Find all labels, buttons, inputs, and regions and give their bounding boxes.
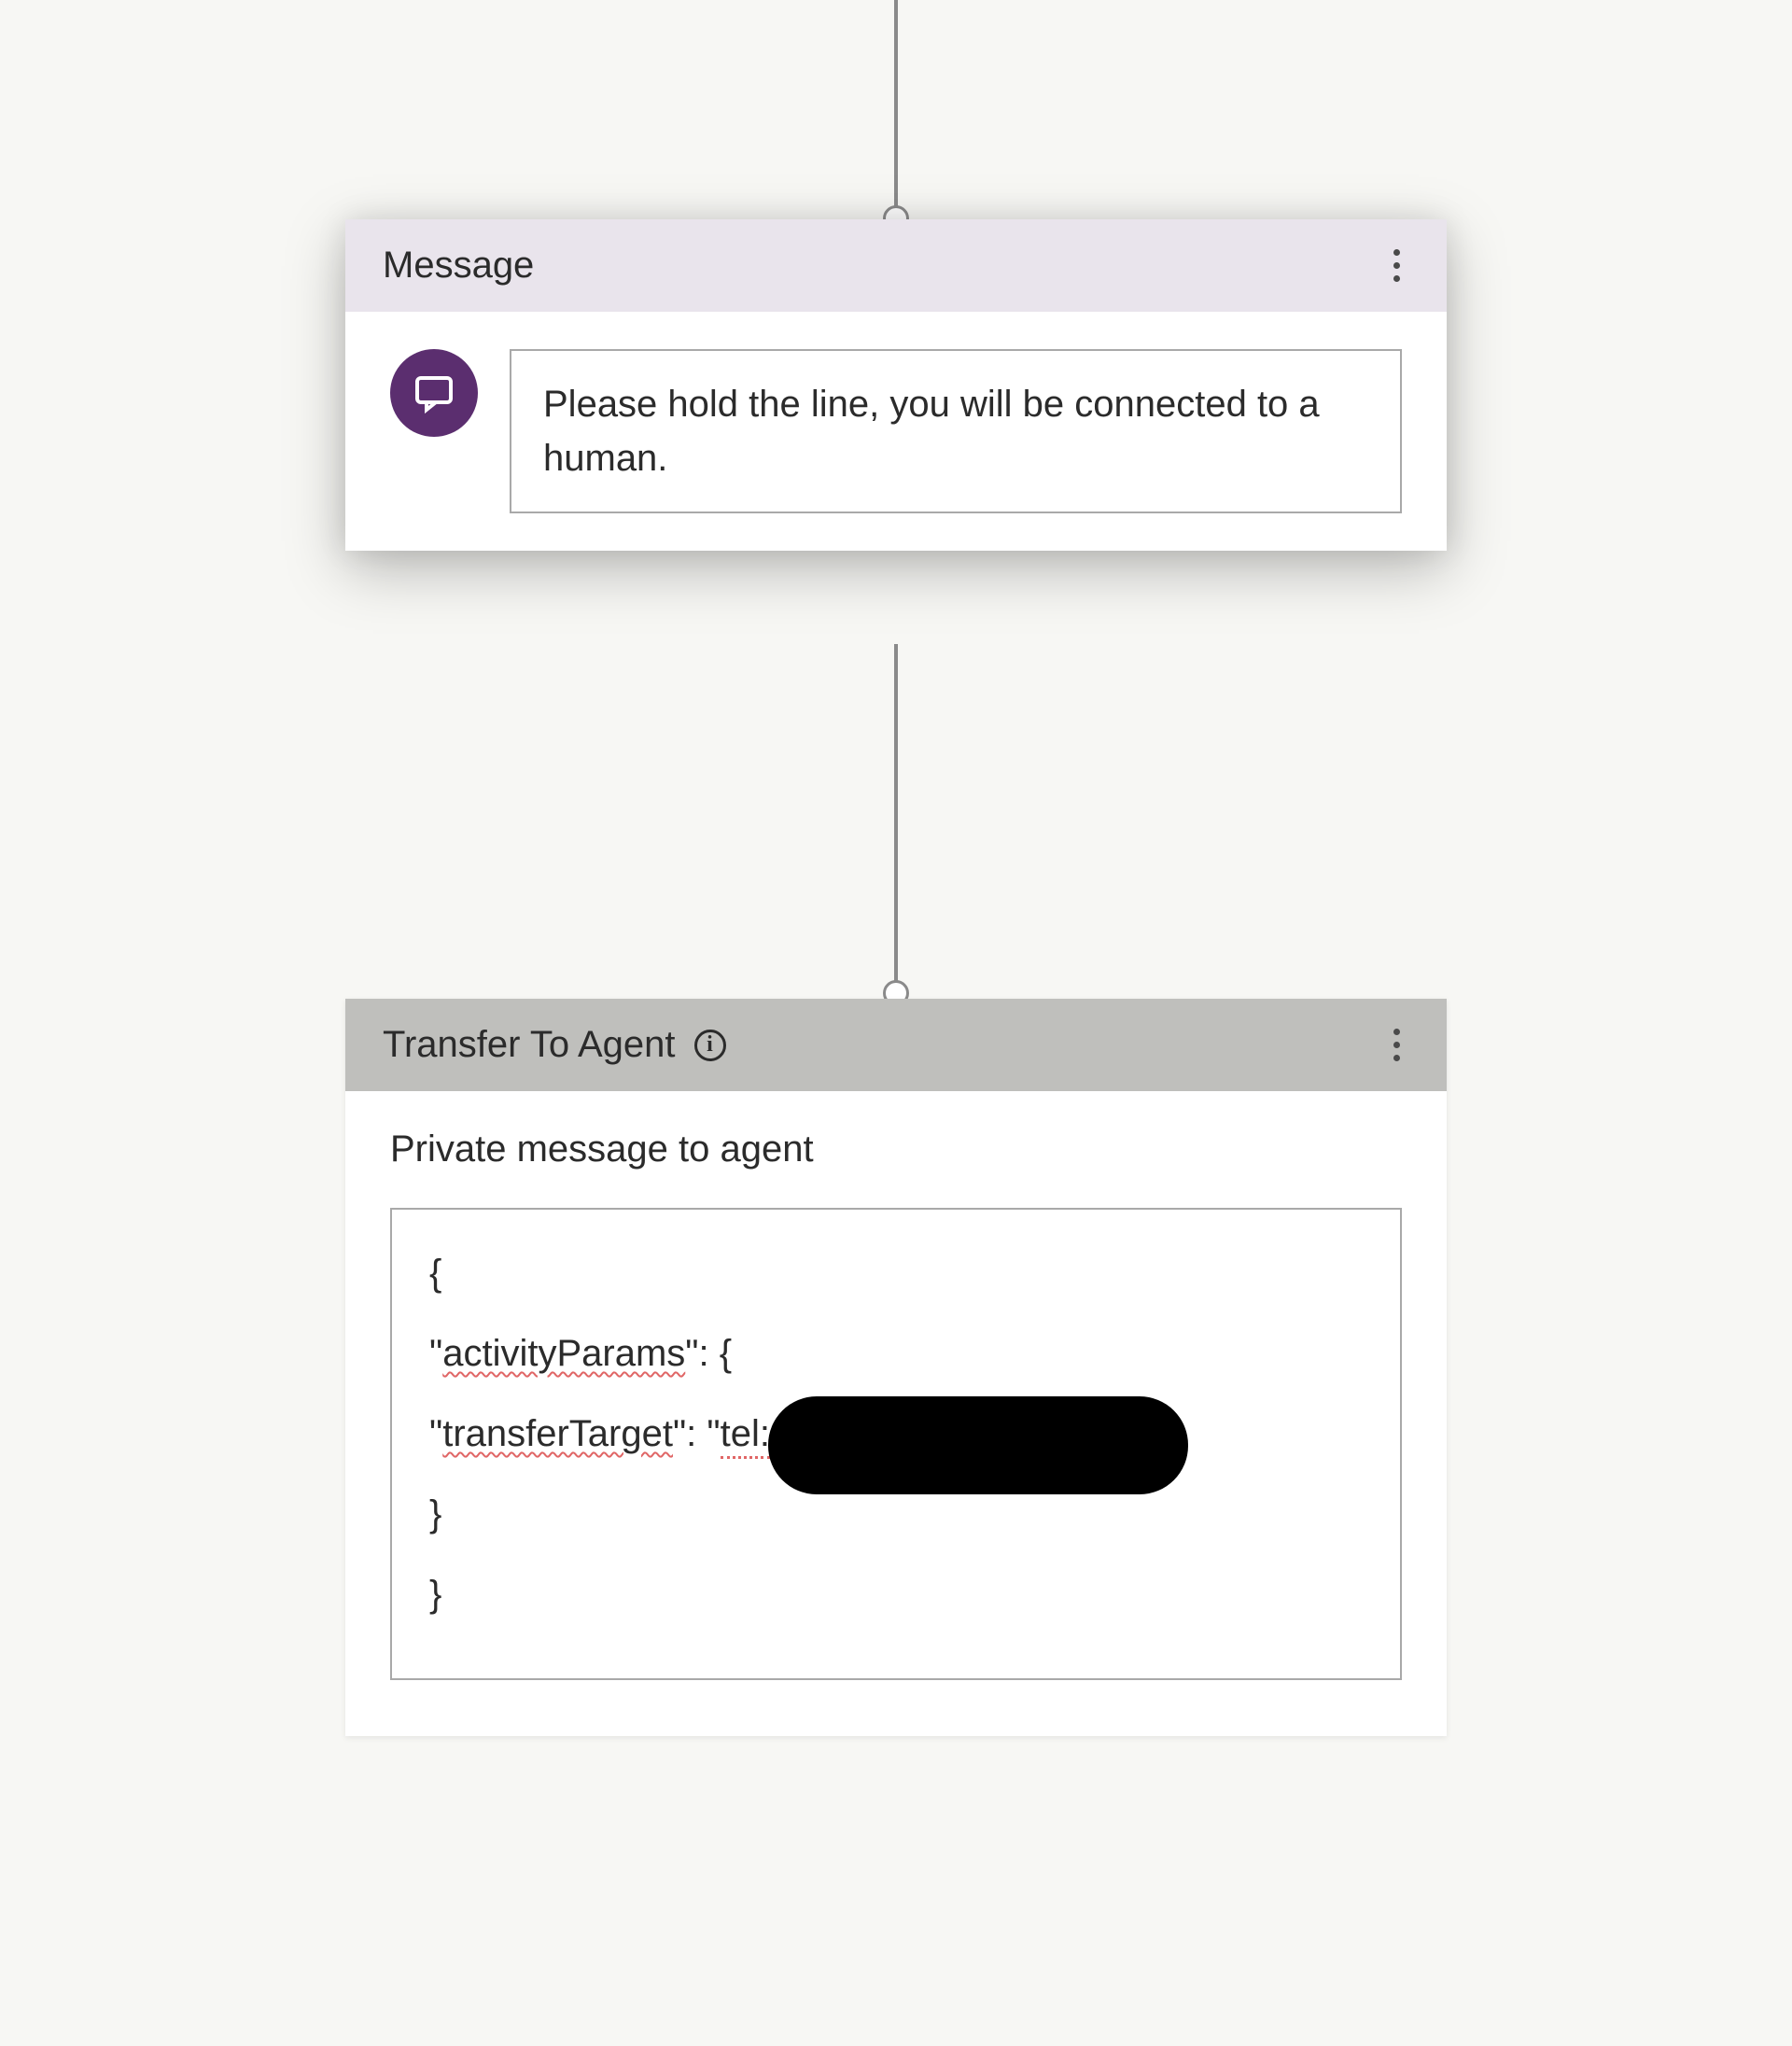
code-value-tel: tel: xyxy=(721,1413,770,1459)
code-text: ": " xyxy=(673,1413,721,1454)
node-header: Message xyxy=(345,219,1447,312)
code-text: " xyxy=(429,1413,442,1454)
code-text: " xyxy=(429,1333,442,1374)
node-title: Message xyxy=(383,245,534,287)
kebab-menu-icon[interactable] xyxy=(1384,1019,1409,1071)
code-text: ": { xyxy=(685,1333,732,1374)
info-icon[interactable]: i xyxy=(694,1030,726,1061)
chat-bubble-icon xyxy=(390,349,478,437)
code-key-transfertarget: transferTarget xyxy=(442,1413,673,1454)
kebab-menu-icon[interactable] xyxy=(1384,240,1409,291)
flow-node-transfer-to-agent[interactable]: Transfer To Agent i Private message to a… xyxy=(345,999,1447,1736)
flow-connector-top xyxy=(894,0,898,217)
private-message-label: Private message to agent xyxy=(390,1128,1402,1170)
code-key-activityparams: activityParams xyxy=(442,1333,685,1374)
flow-connector-middle xyxy=(894,644,898,999)
node-body: Private message to agent { "activityPara… xyxy=(345,1091,1447,1736)
node-body: Please hold the line, you will be connec… xyxy=(345,312,1447,551)
flow-node-message[interactable]: Message Please hold the line, you will b… xyxy=(345,219,1447,551)
code-line: "activityParams": { xyxy=(429,1324,1363,1383)
code-line: } xyxy=(429,1564,1363,1624)
node-header: Transfer To Agent i xyxy=(345,999,1447,1091)
message-text-input[interactable]: Please hold the line, you will be connec… xyxy=(510,349,1402,513)
redacted-value xyxy=(768,1396,1188,1494)
code-line: } xyxy=(429,1484,1363,1544)
node-title: Transfer To Agent xyxy=(383,1024,676,1066)
code-line: { xyxy=(429,1243,1363,1303)
private-message-code-input[interactable]: { "activityParams": { "transferTarget": … xyxy=(390,1208,1402,1680)
code-line: "transferTarget": "tel: xyxy=(429,1404,1363,1464)
